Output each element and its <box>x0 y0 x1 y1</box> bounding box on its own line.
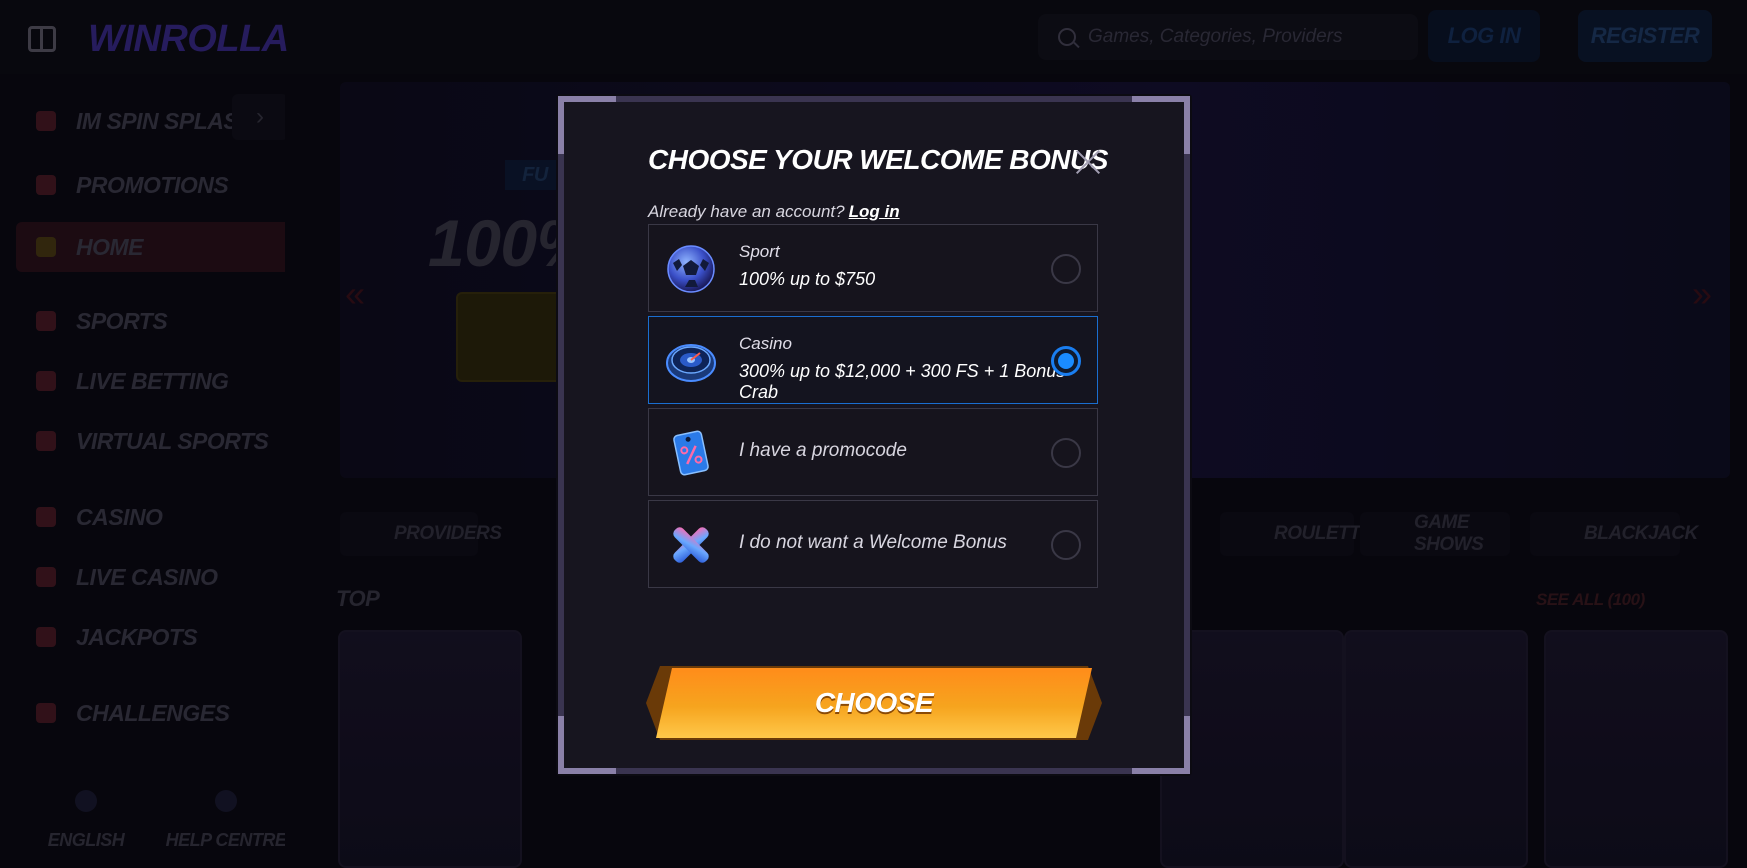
modal-title: CHOOSE YOUR WELCOME BONUS <box>648 144 1108 175</box>
account-prompt: Already have an account? Log in <box>648 202 900 222</box>
corner-decoration <box>1132 716 1190 774</box>
bonus-option-no-bonus[interactable]: I do not want a Welcome Bonus <box>648 500 1098 588</box>
radio-button[interactable] <box>1051 254 1081 284</box>
bonus-option-promocode[interactable]: I have a promocode <box>648 408 1098 496</box>
bonus-option-casino[interactable]: Casino 300% up to $12,000 + 300 FS + 1 B… <box>648 316 1098 404</box>
soccer-ball-icon <box>667 245 715 293</box>
account-text: Already have an account? <box>648 202 845 221</box>
close-icon[interactable] <box>1072 146 1104 178</box>
corner-decoration <box>558 716 616 774</box>
bonus-option-sport[interactable]: Sport 100% up to $750 <box>648 224 1098 312</box>
radio-button[interactable] <box>1051 438 1081 468</box>
radio-button[interactable] <box>1051 530 1081 560</box>
option-caption: Casino <box>739 334 792 353</box>
roulette-wheel-icon <box>666 344 716 382</box>
option-value: 100% up to $750 <box>739 269 876 289</box>
radio-button-selected[interactable] <box>1051 346 1081 376</box>
choose-button[interactable]: CHOOSE <box>656 668 1092 738</box>
login-link[interactable]: Log in <box>849 202 900 221</box>
choose-button-wrapper: CHOOSE <box>646 666 1102 740</box>
option-value: 300% up to $12,000 + 300 FS + 1 Bonus Cr… <box>739 361 1066 402</box>
corner-decoration <box>1132 96 1190 154</box>
cross-icon <box>673 527 709 563</box>
option-value: I do not want a Welcome Bonus <box>739 532 1007 553</box>
corner-decoration <box>558 96 616 154</box>
option-value: I have a promocode <box>739 440 907 461</box>
option-caption: Sport <box>739 242 780 261</box>
welcome-bonus-modal: CHOOSE YOUR WELCOME BONUS Already have a… <box>558 96 1190 774</box>
promo-tag-icon <box>673 430 709 476</box>
